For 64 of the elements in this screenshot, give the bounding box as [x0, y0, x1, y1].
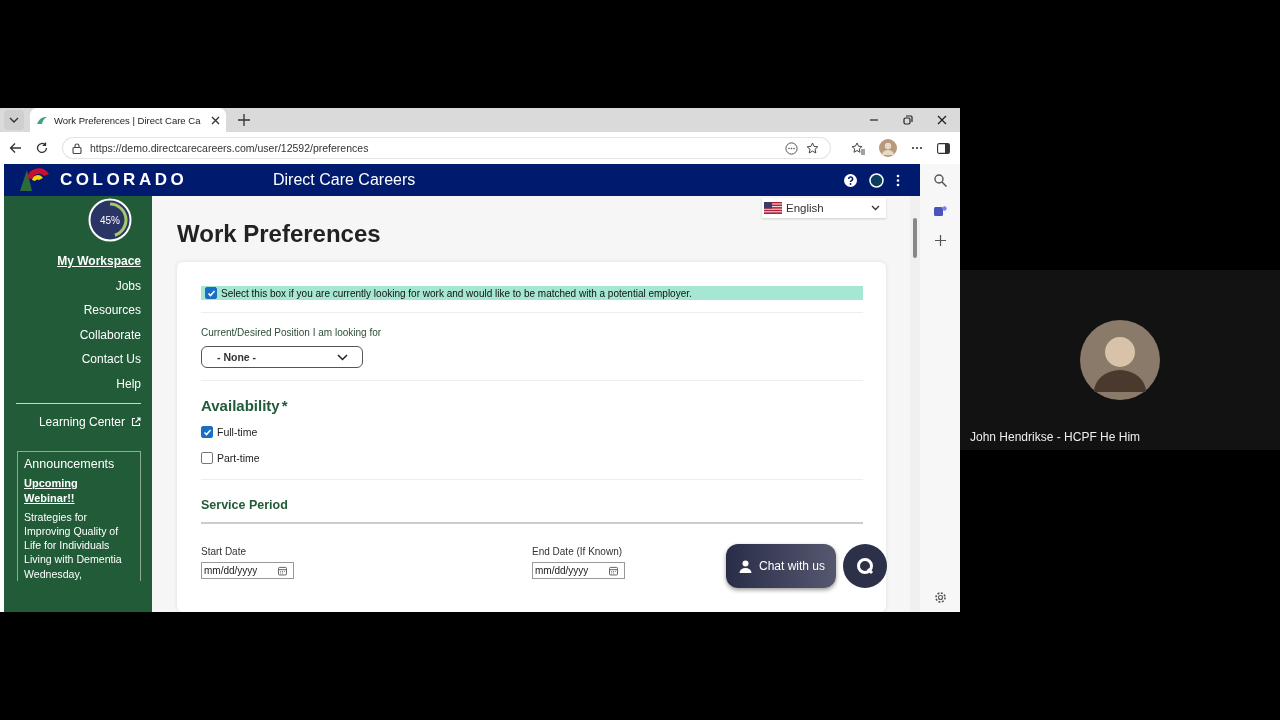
site-title: Direct Care Careers — [273, 171, 416, 189]
date-field[interactable]: mm/dd/yyyy — [532, 562, 625, 579]
learning-center-link[interactable]: Learning Center — [38, 410, 125, 435]
leaf-icon — [36, 115, 48, 125]
field-label: Start Date — [201, 546, 247, 557]
new-tab-icon[interactable] — [238, 114, 250, 126]
nav-link[interactable]: Collaborate — [79, 322, 141, 347]
kebab-menu-icon[interactable] — [896, 173, 900, 187]
nav-link[interactable]: Help — [116, 371, 141, 396]
reload-icon[interactable] — [36, 142, 48, 154]
announcements-title: Announcements — [24, 456, 115, 471]
nav-link[interactable]: Jobs — [115, 273, 141, 298]
restore-icon[interactable] — [903, 115, 913, 125]
field-label: Current/Desired Position I am looking for — [201, 327, 382, 338]
address-field[interactable]: https://demo.directcarecareers.com/user/12592/preferences — [62, 137, 831, 159]
tab-title: Work Preferences | Direct Care Ca — [54, 114, 201, 126]
external-link-icon — [131, 417, 141, 428]
help-icon[interactable] — [844, 173, 857, 187]
participant-name: John Hendrikse - HCPF He Him — [970, 430, 1141, 444]
nav-link[interactable]: My Workspace — [57, 249, 141, 274]
calendar-icon[interactable] — [278, 565, 287, 576]
profile-icon[interactable] — [869, 172, 884, 188]
search-icon — [856, 557, 874, 575]
star-icon[interactable] — [806, 141, 819, 155]
plus-icon[interactable] — [934, 235, 946, 246]
page-title: Work Preferences — [177, 219, 382, 249]
brand-name: COLORADO — [60, 170, 189, 190]
settings-icon[interactable] — [933, 591, 947, 604]
us-flag-icon — [764, 202, 782, 214]
back-icon[interactable] — [9, 142, 22, 154]
chevron-down-icon — [337, 353, 348, 361]
checkbox[interactable] — [205, 287, 217, 299]
date-field[interactable]: mm/dd/yyyy — [201, 562, 294, 579]
position-select[interactable]: - None - — [201, 346, 363, 368]
tab-list-button[interactable] — [4, 110, 24, 130]
checkbox[interactable] — [201, 452, 213, 464]
checkbox[interactable] — [201, 426, 213, 438]
browser-tab[interactable]: Work Preferences | Direct Care Ca — [30, 108, 226, 132]
language-select[interactable]: English — [762, 198, 886, 218]
section-heading: Service Period — [201, 498, 288, 512]
checkbox-label: Part-time — [217, 452, 260, 464]
checkbox-label: Select this box if you are currently looking for work and would like to be matched with a potential employer. — [221, 287, 692, 299]
avatar[interactable] — [879, 139, 897, 157]
sidebar-icon[interactable] — [937, 142, 950, 154]
nav-link[interactable]: Contact Us — [81, 347, 141, 372]
nav-link[interactable]: Resources — [83, 298, 141, 323]
close-icon[interactable] — [937, 115, 947, 125]
chevron-down-icon — [871, 205, 880, 211]
more-icon[interactable] — [911, 146, 923, 150]
calendar-icon[interactable] — [609, 565, 618, 576]
announcement-text: Strategies for Improving Quality of Life for Individuals Living with Dementia Wednesday, — [24, 509, 123, 581]
chat-button[interactable]: Chat with us — [725, 544, 836, 588]
webinar-link[interactable]: Upcoming Webinar!! — [24, 475, 94, 506]
favorites-icon[interactable] — [851, 141, 865, 155]
search-icon[interactable] — [933, 174, 947, 187]
close-icon[interactable] — [211, 115, 220, 125]
more-icon[interactable] — [785, 141, 798, 155]
field-label: End Date (If Known) — [532, 546, 623, 557]
progress-percent: 45% — [100, 214, 120, 226]
section-heading: Availability* — [201, 397, 288, 414]
lock-icon — [72, 142, 82, 154]
scrollbar[interactable] — [910, 196, 920, 612]
person-icon — [738, 559, 752, 573]
checkbox-label: Full-time — [217, 426, 258, 438]
